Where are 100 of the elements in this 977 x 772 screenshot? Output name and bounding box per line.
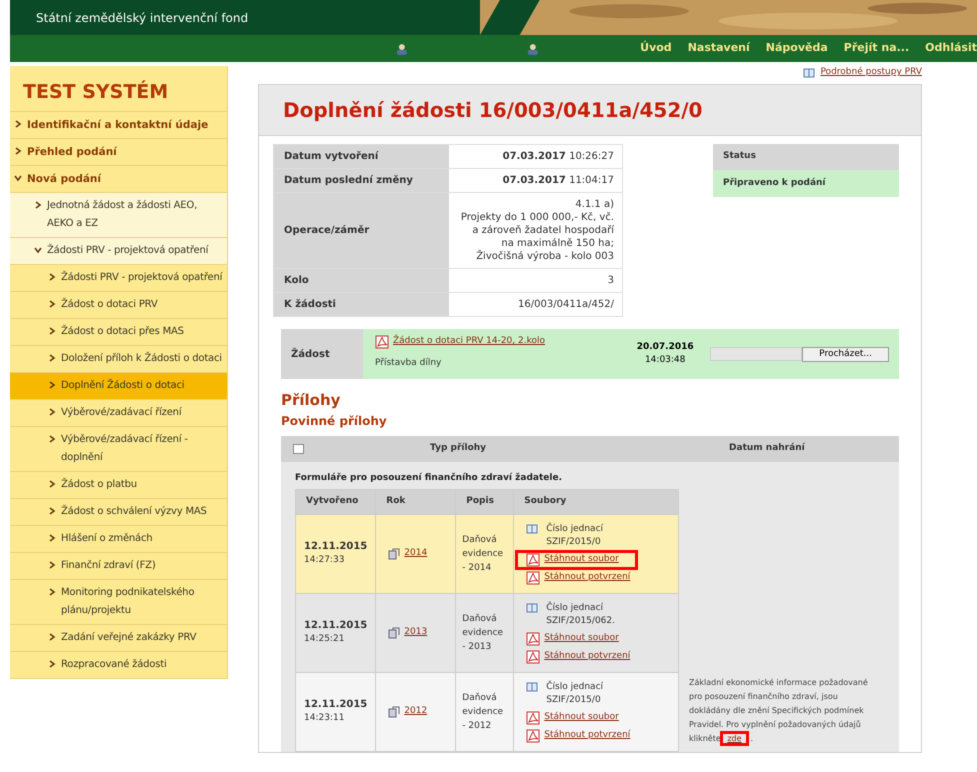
sidebar-item[interactable]: Výběrové/zadávací řízení - doplnění — [10, 426, 227, 472]
document-icon — [526, 602, 538, 614]
detail-value: 4.1.1 a) Projekty do 1 000 000,- Kč, vč. a zároveň žadatel hospodaří na maximálně 150 ha; Živočišná výroba - kolo 003 — [460, 198, 614, 263]
select-all-checkbox[interactable] — [293, 444, 304, 454]
sidebar-item[interactable]: Žádost o schválení výzvy MAS — [10, 498, 227, 526]
reference-number: Číslo jednací SZIF/2015/0 — [546, 522, 604, 548]
nav-link[interactable]: Nastavení — [688, 40, 750, 57]
chevron-right-icon — [48, 480, 56, 488]
chevron-right-icon — [48, 434, 56, 442]
pdf-icon — [526, 650, 540, 664]
section-heading: Přílohy — [281, 390, 342, 411]
chevron-right-icon — [34, 200, 42, 208]
detail-label: Kolo — [274, 269, 449, 292]
application-time: 14:03:48 — [644, 354, 686, 367]
sidebar-item[interactable]: Doložení příloh k Žádosti o dotaci — [10, 346, 227, 372]
application-label: Žádost — [281, 329, 363, 379]
column-header: Datum nahrání — [729, 442, 805, 455]
sidebar-item[interactable]: Nová podání — [10, 166, 227, 192]
sidebar-item[interactable]: Jednotná žádost a žádosti AEO, AEKO a EZ — [10, 192, 227, 238]
sidebar-item[interactable]: Identifikační a kontaktní údaje — [10, 112, 227, 138]
sidebar-item[interactable]: Žádost o dotaci PRV — [10, 292, 227, 318]
download-link[interactable]: Stáhnout potvrzení — [544, 570, 630, 584]
detail-label: Datum poslední změny — [274, 169, 449, 192]
column-header: Vytvořeno — [296, 490, 376, 514]
reference-number: Číslo jednací SZIF/2015/062. — [546, 602, 615, 628]
sidebar-item[interactable]: Finanční zdraví (FZ) — [10, 552, 227, 580]
description-cell: Daňová evidence - 2012 — [456, 672, 514, 751]
pdf-icon — [526, 632, 540, 646]
nav-link[interactable]: Úvod — [640, 40, 672, 57]
chevron-right-icon — [48, 326, 56, 334]
chevron-right-icon — [14, 120, 22, 128]
column-header: Rok — [376, 490, 456, 514]
sidebar-item[interactable]: Žádost o dotaci přes MAS — [10, 318, 227, 346]
chevron-right-icon — [48, 506, 56, 514]
sidebar-item[interactable]: Žádosti PRV - projektová opatření — [10, 264, 227, 292]
file-input[interactable]: Procházet... — [710, 346, 889, 362]
download-link[interactable]: Stáhnout potvrzení — [544, 650, 630, 664]
download-link[interactable]: Stáhnout soubor — [544, 710, 619, 724]
nav-link[interactable]: Odhlásit — [925, 40, 977, 57]
application-description: Přístavba dílny — [375, 357, 442, 370]
description-cell: Daňová evidence - 2013 — [456, 593, 514, 672]
sidebar-item[interactable]: Přehled podání — [10, 138, 227, 166]
document-icon — [526, 680, 538, 692]
table-row[interactable]: 12.11.2015 14:25:21 2013 Daňová evidence - 2013 Číslo jednací SZIF/2015/062. Stáhnout soubor Stáhnout potvrzení — [296, 593, 678, 672]
nav-link[interactable]: Přejít na... — [844, 40, 910, 57]
table-row[interactable]: 12.11.2015 14:27:33 2014 Daňová evidence - 2014 Číslo jednací SZIF/2015/0 Stáhnout soubor Stáhnout potvrzení — [296, 514, 678, 593]
download-link[interactable]: Stáhnout potvrzení — [544, 728, 630, 742]
status-value: Připraveno k podání — [713, 170, 899, 197]
application-link[interactable]: Žádost o dotaci PRV 14-20, 2.kolo — [393, 335, 545, 349]
year-link[interactable]: 2013 — [404, 626, 428, 640]
detail-label: Datum vytvoření — [274, 145, 449, 168]
column-header: Soubory — [514, 490, 678, 514]
user-icon — [394, 42, 408, 54]
detail-value: 07.03.2017 11:04:17 — [502, 175, 614, 186]
application-date: 20.07.2016 — [636, 340, 694, 354]
help-link[interactable]: Podrobné postupy PRV — [820, 66, 922, 80]
chevron-down-icon — [14, 174, 22, 182]
created-date: 12.11.2015 — [304, 698, 368, 712]
reference-number: Číslo jednací SZIF/2015/0 — [546, 680, 604, 706]
pdf-icon — [526, 728, 540, 742]
created-date: 12.11.2015 — [304, 619, 368, 634]
detail-label: K žádosti — [274, 293, 449, 316]
sidebar-item[interactable]: Zadání veřejné zakázky PRV — [10, 624, 227, 652]
chevron-right-icon — [48, 354, 56, 362]
pdf-icon — [526, 570, 540, 584]
chevron-right-icon — [48, 660, 56, 668]
info-note: Základní ekonomické informace požadované pro posouzení finančního zdraví, jsou dokládány dle znění Specifických podmínek Pravidel. Pro vyplnění požadovaných údajů klikněte zde . — [689, 676, 889, 746]
chevron-right-icon — [48, 272, 56, 280]
sidebar-item[interactable]: Výběrové/zadávací řízení — [10, 400, 227, 426]
pdf-icon — [526, 710, 540, 724]
download-link[interactable]: Stáhnout soubor — [544, 552, 619, 566]
page-title: Doplnění žádosti 16/003/0411a/452/0 — [259, 85, 921, 136]
sidebar-item[interactable]: Doplnění Žádosti o dotaci — [10, 372, 227, 400]
column-header: Typ přílohy — [430, 442, 486, 455]
sidebar-item[interactable]: Žádost o platbu — [10, 472, 227, 498]
sidebar-item[interactable]: Hlášení o změnách — [10, 526, 227, 552]
table-row[interactable]: 12.11.2015 14:23:11 2012 Daňová evidence - 2012 Číslo jednací SZIF/2015/0 Stáhnout soubor Stáhnout potvrzení — [296, 672, 678, 751]
organization-name: Státní zemědělský intervenční fond — [36, 10, 248, 26]
here-link[interactable]: zde — [723, 734, 746, 742]
sidebar-item[interactable]: Žádosti PRV - projektová opatření — [10, 238, 227, 264]
chevron-right-icon — [48, 408, 56, 416]
detail-value: 07.03.2017 10:26:27 — [502, 151, 614, 162]
download-link[interactable]: Stáhnout soubor — [544, 632, 619, 646]
chevron-down-icon — [34, 246, 42, 254]
document-icon — [803, 67, 816, 79]
year-link[interactable]: 2012 — [404, 704, 428, 718]
sidebar-item[interactable]: Rozpracované žádosti — [10, 652, 227, 678]
nav-link[interactable]: Nápověda — [766, 40, 828, 57]
chevron-right-icon — [48, 300, 56, 308]
description-cell: Daňová evidence - 2014 — [456, 514, 514, 593]
chevron-right-icon — [48, 632, 56, 640]
detail-value: 16/003/0411a/452/ — [517, 298, 614, 311]
year-link[interactable]: 2014 — [404, 546, 428, 560]
browse-button[interactable]: Procházet... — [802, 346, 889, 362]
detail-label: Operace/záměr — [274, 193, 449, 268]
chevron-right-icon — [48, 534, 56, 542]
created-time: 14:27:33 — [304, 554, 346, 568]
sidebar-item[interactable]: Monitoring podnikatelského plánu/projektu — [10, 580, 227, 624]
attachment-icon — [388, 706, 400, 718]
user-icon — [526, 42, 540, 54]
